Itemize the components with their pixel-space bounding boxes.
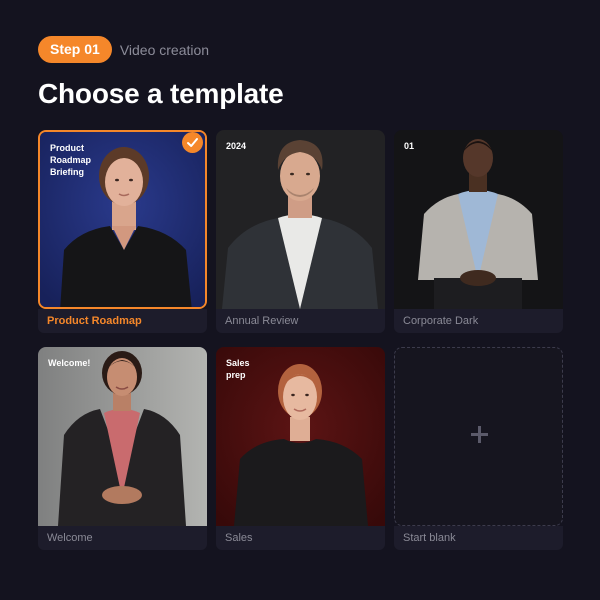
template-card-annual-review[interactable]: 2024 Annual Review <box>216 130 385 333</box>
step-badge: Step 01 <box>38 36 112 63</box>
template-card-corporate-dark[interactable]: 01 Corporate Dark <box>394 130 563 333</box>
template-overlay-text: 2024 <box>226 141 247 151</box>
template-thumbnail: Product Roadmap Briefing <box>38 130 207 309</box>
template-overlay-text: Sales prep <box>226 358 250 380</box>
step-header: Step 01 Video creation <box>38 36 209 63</box>
selected-check-icon <box>182 132 203 153</box>
template-thumbnail: Sales prep <box>216 347 385 526</box>
template-label: Product Roadmap <box>38 309 207 333</box>
template-card-welcome[interactable]: Welcome! Welcome <box>38 347 207 550</box>
template-card-start-blank[interactable]: Start blank <box>394 347 563 550</box>
template-thumbnail: 01 <box>394 130 563 309</box>
template-label: Corporate Dark <box>394 309 563 333</box>
template-thumbnail: Welcome! <box>38 347 207 526</box>
template-card-sales[interactable]: Sales prep Sales <box>216 347 385 550</box>
template-label: Start blank <box>394 526 563 550</box>
template-overlay-text: 01 <box>404 141 415 151</box>
page-title: Choose a template <box>38 78 284 109</box>
template-label: Welcome <box>38 526 207 550</box>
plus-icon <box>471 426 488 443</box>
template-thumbnail: 2024 <box>216 130 385 309</box>
template-label: Sales <box>216 526 385 550</box>
step-caption: Video creation <box>119 41 210 58</box>
template-overlay-text: Product Roadmap Briefing <box>50 143 92 177</box>
template-overlay-text: Welcome! <box>48 358 91 368</box>
template-card-product-roadmap[interactable]: Product Roadmap Briefing Product Roadmap <box>38 130 207 333</box>
blank-template-area <box>394 347 563 526</box>
template-label: Annual Review <box>216 309 385 333</box>
